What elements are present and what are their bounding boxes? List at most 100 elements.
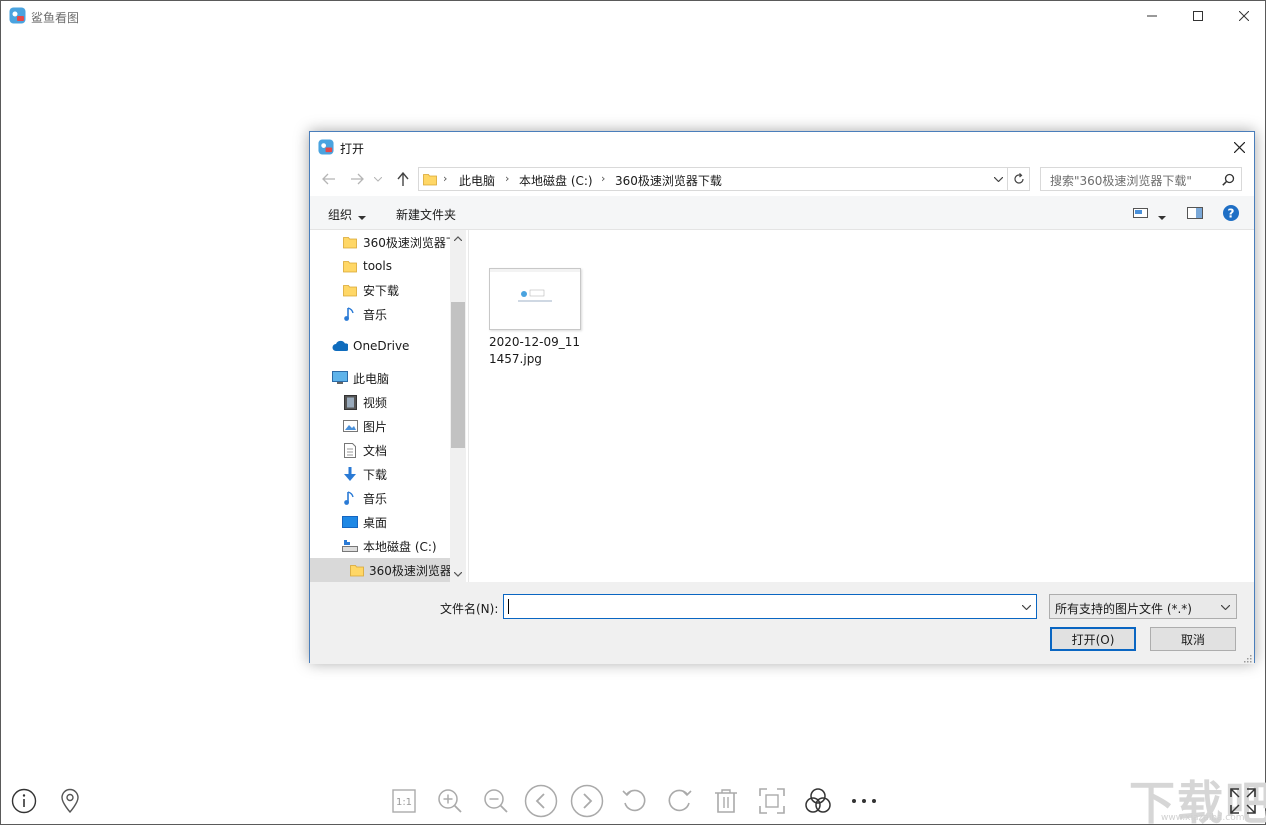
file-item[interactable]: 2020-12-09_111457.jpg [489,268,589,368]
folder-icon [342,258,358,274]
help-button[interactable]: ? [1223,205,1239,224]
app-title: 鲨鱼看图 [31,11,80,25]
document-icon [342,442,358,458]
rotate-right-button[interactable] [666,787,694,815]
text-caret [508,599,509,614]
breadcrumb-this-pc[interactable]: 此电脑 [459,172,495,189]
more-dots-icon [852,799,876,803]
tree-item-local-disk[interactable]: 本地磁盘 (C:) [342,534,437,558]
chevron-up-icon [454,235,462,241]
back-button[interactable] [320,170,338,188]
recent-dropdown-button[interactable] [372,170,384,188]
drive-icon [342,538,358,554]
tree-item-downloads[interactable]: 下载 [342,462,387,486]
resize-grip[interactable] [1242,652,1252,663]
tree-item-this-pc[interactable]: 此电脑 [332,366,389,390]
breadcrumb-current-folder[interactable]: 360极速浏览器下载 [615,172,722,189]
tree-item-folder-360[interactable]: 360极速浏览器下 [342,230,458,254]
chevron-down-icon [1220,604,1230,610]
dialog-toolbar: 组织 新建文件夹 ? [310,196,1254,230]
file-name: 2020-12-09_111457.jpg [489,335,581,366]
crop-frame-icon [759,788,785,814]
tree-item-label: 下载 [363,467,388,482]
more-button[interactable] [850,787,878,815]
fullscreen-icon [1230,788,1256,814]
fullscreen-button[interactable] [1229,787,1257,815]
rotate-left-button[interactable] [620,787,648,815]
tree-item-label: 桌面 [363,515,388,530]
navigation-bar: › 此电脑 › 本地磁盘 (C:) › 360极速浏览器下载 搜索"360极速浏… [310,162,1254,196]
view-mode-button[interactable] [1133,207,1149,222]
breadcrumb-separator: › [601,172,606,185]
filter-button[interactable] [804,787,832,815]
forward-button[interactable] [348,170,366,188]
file-type-value: 所有支持的图片文件 (*.*) [1055,602,1192,616]
tree-item-tools[interactable]: tools [342,254,392,278]
location-button[interactable] [56,787,84,815]
chevron-down-icon [1021,604,1031,610]
tree-scrollbar[interactable] [450,230,466,582]
search-box[interactable]: 搜索"360极速浏览器下载" [1040,167,1242,191]
minimize-button[interactable] [1129,1,1175,31]
next-image-button[interactable] [570,784,604,818]
address-bar[interactable]: › 此电脑 › 本地磁盘 (C:) › 360极速浏览器下载 [418,167,1008,191]
cancel-button[interactable]: 取消 [1150,627,1236,651]
tree-item-pictures[interactable]: 图片 [342,414,387,438]
cloud-icon [332,338,348,354]
dialog-titlebar: 打开 [310,132,1254,162]
dialog-close-button[interactable] [1228,136,1250,158]
info-button[interactable] [10,787,38,815]
folder-icon [342,282,358,298]
new-folder-button[interactable]: 新建文件夹 [396,206,456,223]
one-to-one-icon: 1:1 [392,789,416,813]
refresh-button[interactable] [1008,167,1030,191]
chevron-down-icon [1158,216,1166,220]
tree-item-label: 360极速浏览器 [369,563,452,578]
scroll-thumb[interactable] [451,302,465,448]
arrow-right-icon [351,173,364,185]
refresh-icon [1013,173,1024,184]
up-button[interactable] [394,170,412,188]
tree-item-music-quick[interactable]: 音乐 [342,302,387,326]
crop-button[interactable] [758,787,786,815]
tree-item-label: 文档 [363,443,388,458]
tree-item-music[interactable]: 音乐 [342,486,387,510]
tree-item-label: 360极速浏览器下 [363,235,458,250]
open-button[interactable]: 打开(O) [1050,627,1136,651]
actual-size-button[interactable]: 1:1 [390,787,418,815]
close-button[interactable] [1221,1,1266,31]
file-type-select[interactable]: 所有支持的图片文件 (*.*) [1049,594,1237,619]
zoom-out-button[interactable] [482,787,510,815]
tree-item-desktop[interactable]: 桌面 [342,510,387,534]
tree-item-onedrive[interactable]: OneDrive [332,334,409,358]
address-dropdown-button[interactable] [991,171,1005,187]
tree-item-label: 音乐 [363,491,388,506]
dialog-content: 360极速浏览器下 tools 安下载 音乐 OneDrive 此电脑 视频 图… [310,230,1254,582]
filename-input[interactable] [503,594,1037,619]
tree-item-videos[interactable]: 视频 [342,390,387,414]
scroll-down-button[interactable] [450,566,466,582]
tree-item-anxiazai[interactable]: 安下载 [342,278,399,302]
rotate-left-icon [622,789,646,812]
file-type-dropdown[interactable] [1218,599,1232,615]
desktop-icon [342,514,358,530]
svg-text:1:1: 1:1 [396,797,412,808]
zoom-in-button[interactable] [436,787,464,815]
previous-image-button[interactable] [524,784,558,818]
filename-dropdown-button[interactable] [1019,599,1033,615]
tree-item-current-folder[interactable]: 360极速浏览器 [310,558,452,582]
tree-item-label: 视频 [363,395,388,410]
app-window: 鲨鱼看图 打开 › 此电脑 › 本地磁盘 (C:) › 360极速浏览器下载 搜… [0,0,1266,830]
tree-item-documents[interactable]: 文档 [342,438,387,462]
download-icon [342,466,358,482]
view-options-dropdown[interactable] [1158,210,1166,224]
tree-item-label: 此电脑 [353,371,390,386]
maximize-button[interactable] [1175,1,1221,31]
organize-button[interactable]: 组织 [328,206,352,223]
scroll-up-button[interactable] [450,230,466,246]
preview-pane-button[interactable] [1187,207,1203,222]
delete-button[interactable] [712,787,740,815]
folder-icon [423,172,437,186]
breadcrumb-local-disk[interactable]: 本地磁盘 (C:) [519,172,593,189]
chevron-down-icon [454,571,462,577]
